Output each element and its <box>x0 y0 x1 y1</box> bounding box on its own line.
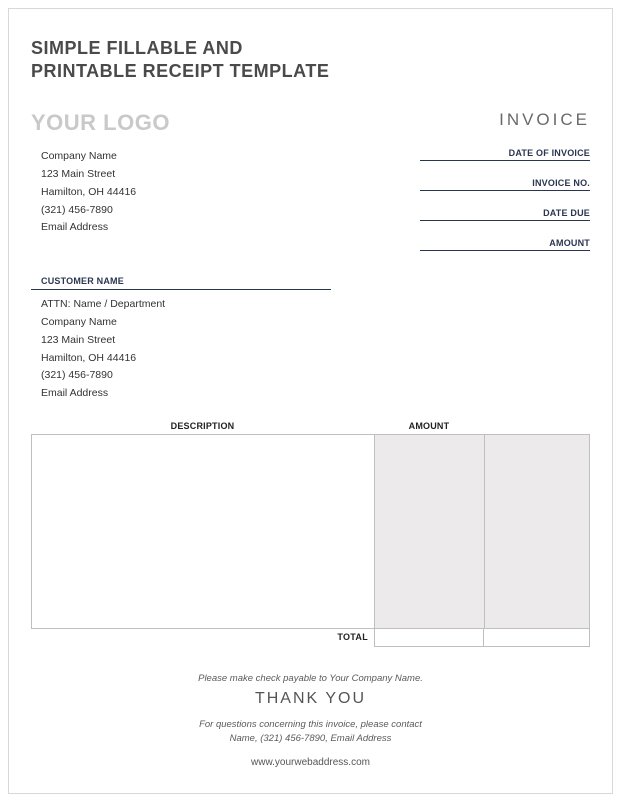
title-line-1: SIMPLE FILLABLE AND <box>31 38 243 58</box>
company-street: 123 Main Street <box>41 166 136 184</box>
title-line-2: PRINTABLE RECEIPT TEMPLATE <box>31 61 329 81</box>
meta-block: DATE OF INVOICE INVOICE NO. DATE DUE AMO… <box>420 148 590 268</box>
customer-block: ATTN: Name / Department Company Name 123… <box>31 296 331 403</box>
footer-contact-line1: For questions concerning this invoice, p… <box>199 719 422 730</box>
company-phone: (321) 456-7890 <box>41 202 136 220</box>
total-extra-cell[interactable] <box>484 629 590 647</box>
company-city: Hamilton, OH 44416 <box>41 184 136 202</box>
total-label: TOTAL <box>31 629 374 647</box>
td-description[interactable] <box>32 435 375 628</box>
td-amount[interactable] <box>375 435 485 628</box>
footer-thankyou: THANK YOU <box>31 690 590 708</box>
customer-city: Hamilton, OH 44416 <box>41 350 331 368</box>
customer-phone: (321) 456-7890 <box>41 367 331 385</box>
header-row: YOUR LOGO INVOICE <box>31 110 590 136</box>
th-amount: AMOUNT <box>374 421 484 434</box>
info-row: Company Name 123 Main Street Hamilton, O… <box>31 148 590 268</box>
customer-company: Company Name <box>41 314 331 332</box>
customer-attn: ATTN: Name / Department <box>41 296 331 314</box>
company-email: Email Address <box>41 219 136 237</box>
footer-contact: For questions concerning this invoice, p… <box>31 718 590 747</box>
meta-amount: AMOUNT <box>420 238 590 251</box>
customer-street: 123 Main Street <box>41 332 331 350</box>
customer-email: Email Address <box>41 385 331 403</box>
footer-url: www.yourwebaddress.com <box>31 757 590 768</box>
total-amount-cell[interactable] <box>374 629 484 647</box>
company-block: Company Name 123 Main Street Hamilton, O… <box>31 148 136 268</box>
meta-date-due: DATE DUE <box>420 208 590 221</box>
invoice-label: INVOICE <box>499 110 590 130</box>
template-title: SIMPLE FILLABLE AND PRINTABLE RECEIPT TE… <box>31 37 590 82</box>
td-extra[interactable] <box>485 435 589 628</box>
meta-date-of-invoice: DATE OF INVOICE <box>420 148 590 161</box>
receipt-page: SIMPLE FILLABLE AND PRINTABLE RECEIPT TE… <box>8 8 613 794</box>
total-row: TOTAL <box>31 629 590 647</box>
company-name: Company Name <box>41 148 136 166</box>
customer-section: CUSTOMER NAME ATTN: Name / Department Co… <box>31 276 331 403</box>
th-description: DESCRIPTION <box>31 421 374 434</box>
table-body <box>31 434 590 629</box>
customer-header: CUSTOMER NAME <box>31 276 331 290</box>
footer-contact-line2: Name, (321) 456-7890, Email Address <box>230 733 392 744</box>
footer: Please make check payable to Your Compan… <box>31 673 590 768</box>
line-items-table: DESCRIPTION AMOUNT TOTAL <box>31 421 590 647</box>
meta-invoice-no: INVOICE NO. <box>420 178 590 191</box>
logo-placeholder: YOUR LOGO <box>31 110 170 136</box>
table-headers: DESCRIPTION AMOUNT <box>31 421 590 434</box>
th-blank <box>484 421 590 434</box>
footer-payable: Please make check payable to Your Compan… <box>31 673 590 684</box>
